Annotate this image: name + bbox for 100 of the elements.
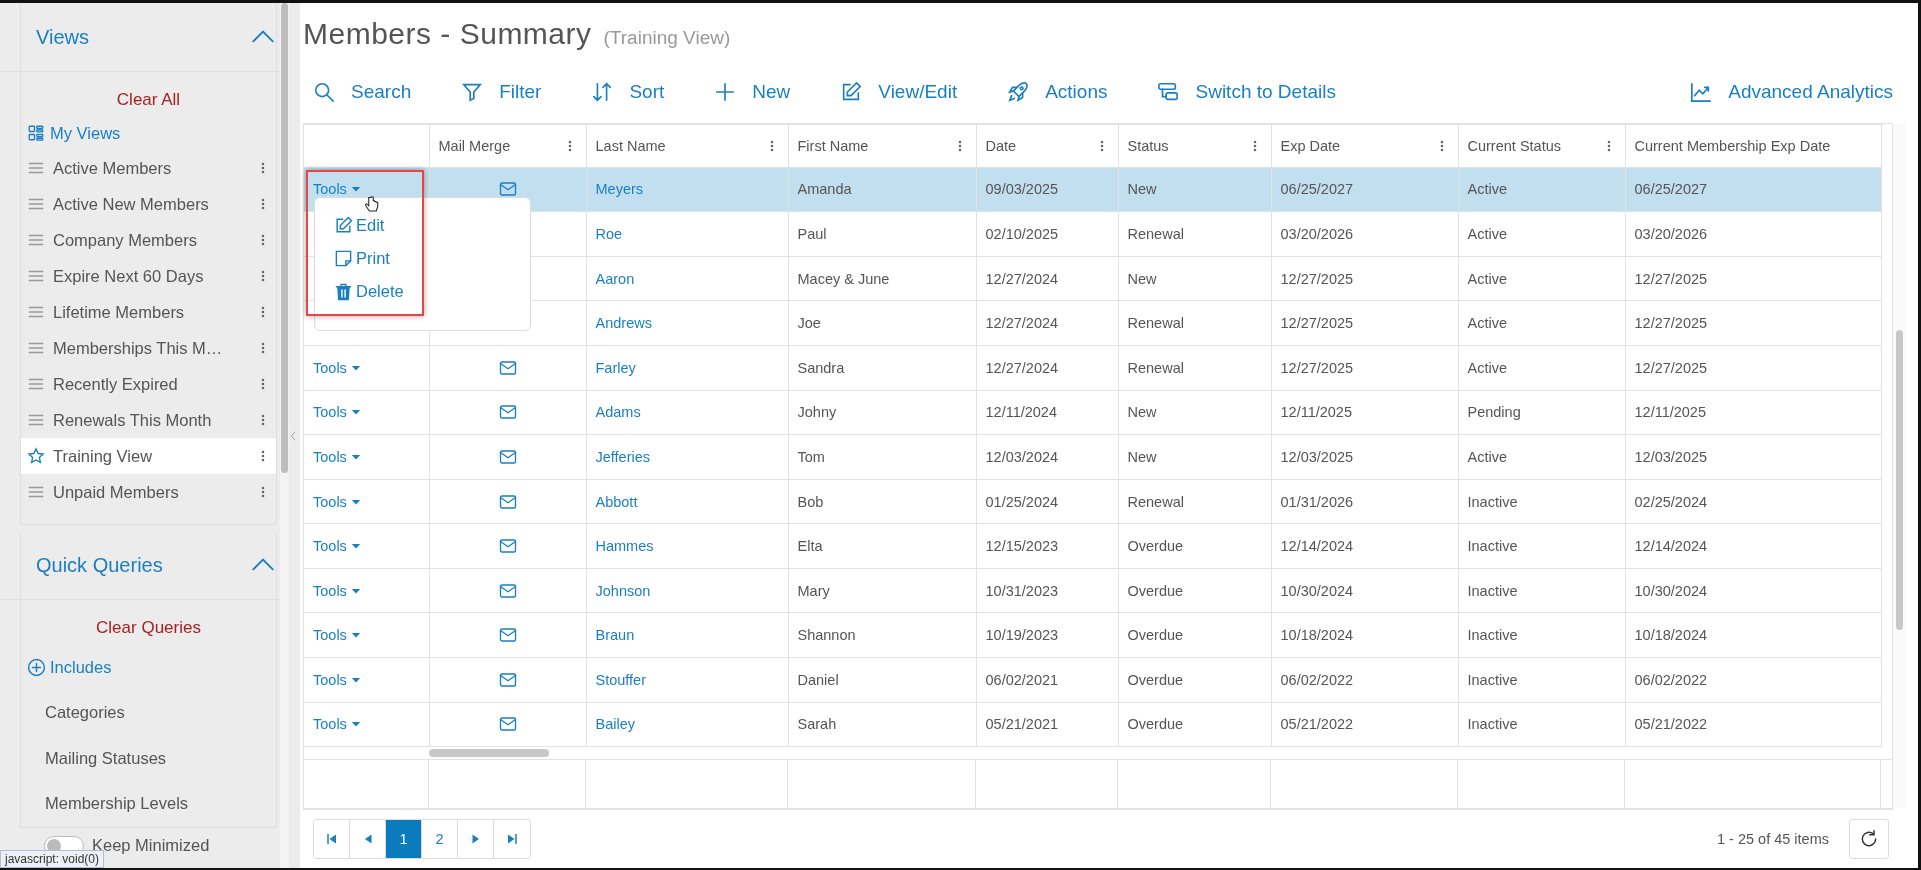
toolbar-button[interactable]: New xyxy=(714,80,791,103)
table-cell: Inactive xyxy=(1458,613,1625,658)
column-header[interactable]: Current Membership Exp Date xyxy=(1625,124,1881,168)
query-item[interactable]: Mailing Statuses xyxy=(21,735,167,781)
mail-icon[interactable] xyxy=(498,581,517,600)
query-item[interactable]: Membership Levels xyxy=(21,781,189,827)
scrollbar-thumb[interactable] xyxy=(429,749,549,758)
table-cell: 10/31/2023 xyxy=(976,568,1118,613)
name-link[interactable]: Farley xyxy=(586,345,788,390)
table-cell: Active xyxy=(1458,434,1625,480)
tools-dropdown[interactable]: Tools xyxy=(313,582,361,599)
view-item[interactable]: Unpaid Members xyxy=(21,474,276,510)
table-cell: 12/11/2025 xyxy=(1625,390,1881,435)
column-header[interactable]: First Name xyxy=(788,124,976,168)
toolbar-button[interactable]: Switch to Details xyxy=(1157,80,1336,103)
table-cell: 12/14/2024 xyxy=(1625,523,1881,569)
name-link[interactable]: Abbott xyxy=(586,479,788,524)
view-item[interactable]: Lifetime Members xyxy=(21,294,276,330)
clear-link[interactable]: Clear Queries xyxy=(96,618,201,638)
tools-dropdown[interactable]: Tools xyxy=(313,448,361,465)
grid-icon xyxy=(27,124,45,142)
view-item[interactable]: Company Members xyxy=(21,222,276,258)
table-cell: Inactive xyxy=(1458,657,1625,703)
column-header[interactable]: Status xyxy=(1118,124,1271,168)
mail-icon[interactable] xyxy=(498,180,517,199)
scrollbar-thumb[interactable] xyxy=(281,3,288,473)
mail-icon[interactable] xyxy=(498,715,517,734)
name-link[interactable]: Jefferies xyxy=(586,434,788,480)
first-page-button[interactable] xyxy=(314,820,350,859)
table-cell: Overdue xyxy=(1118,657,1271,703)
tools-dropdown[interactable]: Tools xyxy=(313,716,361,733)
note-icon xyxy=(334,249,353,269)
pager-summary: 1 - 25 of 45 items xyxy=(1716,831,1829,848)
name-link[interactable]: Hammes xyxy=(586,523,788,569)
table-cell: 12/15/2023 xyxy=(976,523,1118,569)
mail-icon[interactable] xyxy=(498,447,517,466)
tools-dropdown[interactable]: Tools xyxy=(313,538,361,555)
table-cell: Overdue xyxy=(1118,702,1271,747)
toolbar-button[interactable]: View/Edit xyxy=(840,80,958,103)
mail-icon[interactable] xyxy=(498,626,517,645)
name-link[interactable]: Braun xyxy=(586,613,788,658)
table-cell: Sandra xyxy=(788,345,976,390)
mail-icon[interactable] xyxy=(498,537,517,556)
name-link[interactable]: Aaron xyxy=(586,256,788,301)
includes-toggle[interactable]: Includes xyxy=(21,644,112,690)
mail-icon[interactable] xyxy=(498,403,517,422)
view-item[interactable]: Active Members xyxy=(21,150,276,186)
name-link[interactable]: Stouffer xyxy=(586,657,788,703)
scrollbar-thumb[interactable] xyxy=(1896,329,1903,630)
tools-dropdown[interactable]: Tools xyxy=(313,181,361,198)
name-link[interactable]: Adams xyxy=(586,390,788,435)
query-item[interactable]: Categories xyxy=(21,690,125,736)
tools-dropdown[interactable]: Tools xyxy=(313,404,361,421)
view-item[interactable]: Active New Members xyxy=(21,186,276,222)
tools-dropdown[interactable]: Tools xyxy=(313,671,361,688)
toolbar-button[interactable]: Actions xyxy=(1007,80,1108,103)
name-link[interactable]: Meyers xyxy=(586,167,788,212)
page-button[interactable]: 1 xyxy=(386,820,422,859)
clear-link[interactable]: Clear All xyxy=(116,90,181,110)
table-cell: 05/21/2022 xyxy=(1271,702,1458,747)
table-cell: 12/27/2025 xyxy=(1271,256,1458,301)
column-header[interactable]: Current Status xyxy=(1458,124,1625,168)
tools-dropdown[interactable]: Tools xyxy=(313,493,361,510)
name-link[interactable]: Roe xyxy=(586,211,788,257)
tools-dropdown[interactable]: Tools xyxy=(313,359,361,376)
my-views-link[interactable]: My Views xyxy=(21,116,121,150)
table-cell: Inactive xyxy=(1458,523,1625,569)
first-page-icon xyxy=(325,833,338,846)
toolbar-button[interactable]: Filter xyxy=(461,80,542,103)
toolbar-button[interactable]: Search xyxy=(313,80,412,103)
tools-dropdown[interactable]: Tools xyxy=(313,627,361,644)
name-link[interactable]: Andrews xyxy=(586,300,788,346)
name-link[interactable]: Johnson xyxy=(586,568,788,613)
mail-icon[interactable] xyxy=(498,492,517,511)
table-cell: 12/27/2024 xyxy=(976,300,1118,346)
table-cell: 10/19/2023 xyxy=(976,613,1118,658)
column-header[interactable]: Exp Date xyxy=(1271,124,1458,168)
menu-item[interactable]: Print xyxy=(334,247,390,270)
mail-icon[interactable] xyxy=(498,670,517,689)
name-link[interactable]: Bailey xyxy=(586,702,788,747)
toolbar-button[interactable]: Sort xyxy=(591,80,665,103)
table-cell: New xyxy=(1118,434,1271,480)
table-cell: 05/21/2021 xyxy=(976,702,1118,747)
view-item[interactable]: Memberships This M… xyxy=(21,330,276,366)
table-cell: 10/18/2024 xyxy=(1625,613,1881,658)
table-cell: 06/25/2027 xyxy=(1625,167,1881,212)
column-header[interactable]: Date xyxy=(976,124,1118,168)
view-item[interactable]: Training View xyxy=(21,438,276,474)
view-item[interactable]: Renewals This Month xyxy=(21,402,276,438)
column-header[interactable]: Mail Merge xyxy=(429,124,586,168)
page-subtitle: (Training View) xyxy=(603,27,731,49)
view-item[interactable]: Recently Expired xyxy=(21,366,276,402)
view-item[interactable]: Expire Next 60 Days xyxy=(21,258,276,294)
mail-icon[interactable] xyxy=(498,358,517,377)
table-cell: 12/11/2025 xyxy=(1271,390,1458,435)
refresh-button[interactable] xyxy=(1849,819,1889,860)
column-header[interactable]: Last Name xyxy=(586,124,788,168)
page-title: Members - Summary xyxy=(303,17,592,51)
table-cell: Overdue xyxy=(1118,568,1271,613)
toolbar-button[interactable]: Advanced Analytics xyxy=(1690,80,1893,103)
